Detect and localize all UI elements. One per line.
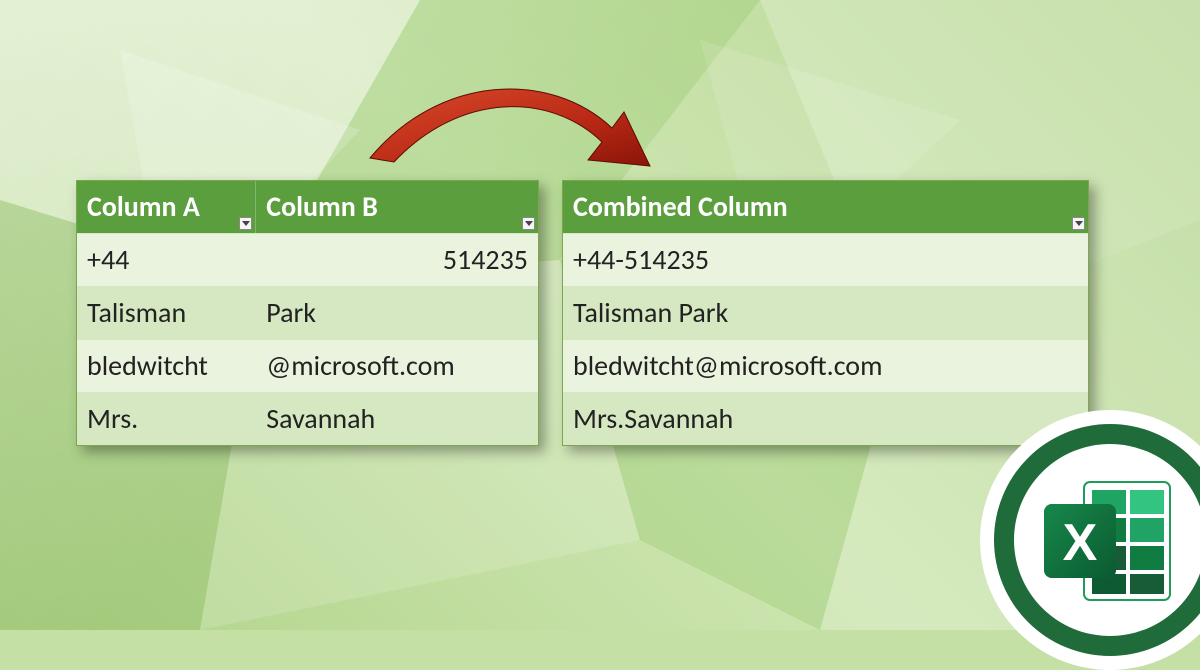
column-header-combined[interactable]: Combined Column [563, 181, 1088, 233]
column-header-label: Combined Column [573, 189, 788, 224]
excel-logo-badge: X [980, 410, 1200, 670]
column-header-a[interactable]: Column A [77, 181, 256, 233]
table-row: +44514235 [77, 233, 538, 286]
cell-column-b[interactable]: 514235 [256, 233, 538, 286]
result-table: Combined Column +44-514235Talisman Parkb… [562, 180, 1089, 446]
column-header-label: Column A [87, 189, 200, 224]
cell-column-b[interactable]: @microsoft.com [256, 339, 538, 392]
cell-column-a[interactable]: +44 [77, 233, 256, 286]
table-header-row: Column A Column B [77, 181, 538, 233]
table-row: bledwitcht@microsoft.com [563, 339, 1088, 392]
filter-dropdown-icon[interactable] [1072, 217, 1085, 230]
table-row: bledwitcht@microsoft.com [77, 339, 538, 392]
table-row: Mrs.Savannah [77, 392, 538, 445]
table-row: TalismanPark [77, 286, 538, 339]
cell-column-a[interactable]: Talisman [77, 286, 256, 339]
cell-combined[interactable]: bledwitcht@microsoft.com [563, 339, 1088, 392]
cell-combined[interactable]: Talisman Park [563, 286, 1088, 339]
filter-dropdown-icon[interactable] [239, 217, 252, 230]
table-row: Talisman Park [563, 286, 1088, 339]
cell-column-b[interactable]: Park [256, 286, 538, 339]
table-header-row: Combined Column [563, 181, 1088, 233]
column-header-label: Column B [266, 189, 378, 224]
source-table: Column A Column B +44514235TalismanParkb… [76, 180, 539, 446]
arrow-icon [350, 62, 670, 182]
cell-column-a[interactable]: Mrs. [77, 392, 256, 445]
filter-dropdown-icon[interactable] [522, 217, 535, 230]
table-row: +44-514235 [563, 233, 1088, 286]
column-header-b[interactable]: Column B [256, 181, 538, 233]
cell-column-b[interactable]: Savannah [256, 392, 538, 445]
excel-icon: X [1038, 476, 1178, 606]
svg-text:X: X [1063, 514, 1098, 572]
cell-combined[interactable]: +44-514235 [563, 233, 1088, 286]
cell-column-a[interactable]: bledwitcht [77, 339, 256, 392]
